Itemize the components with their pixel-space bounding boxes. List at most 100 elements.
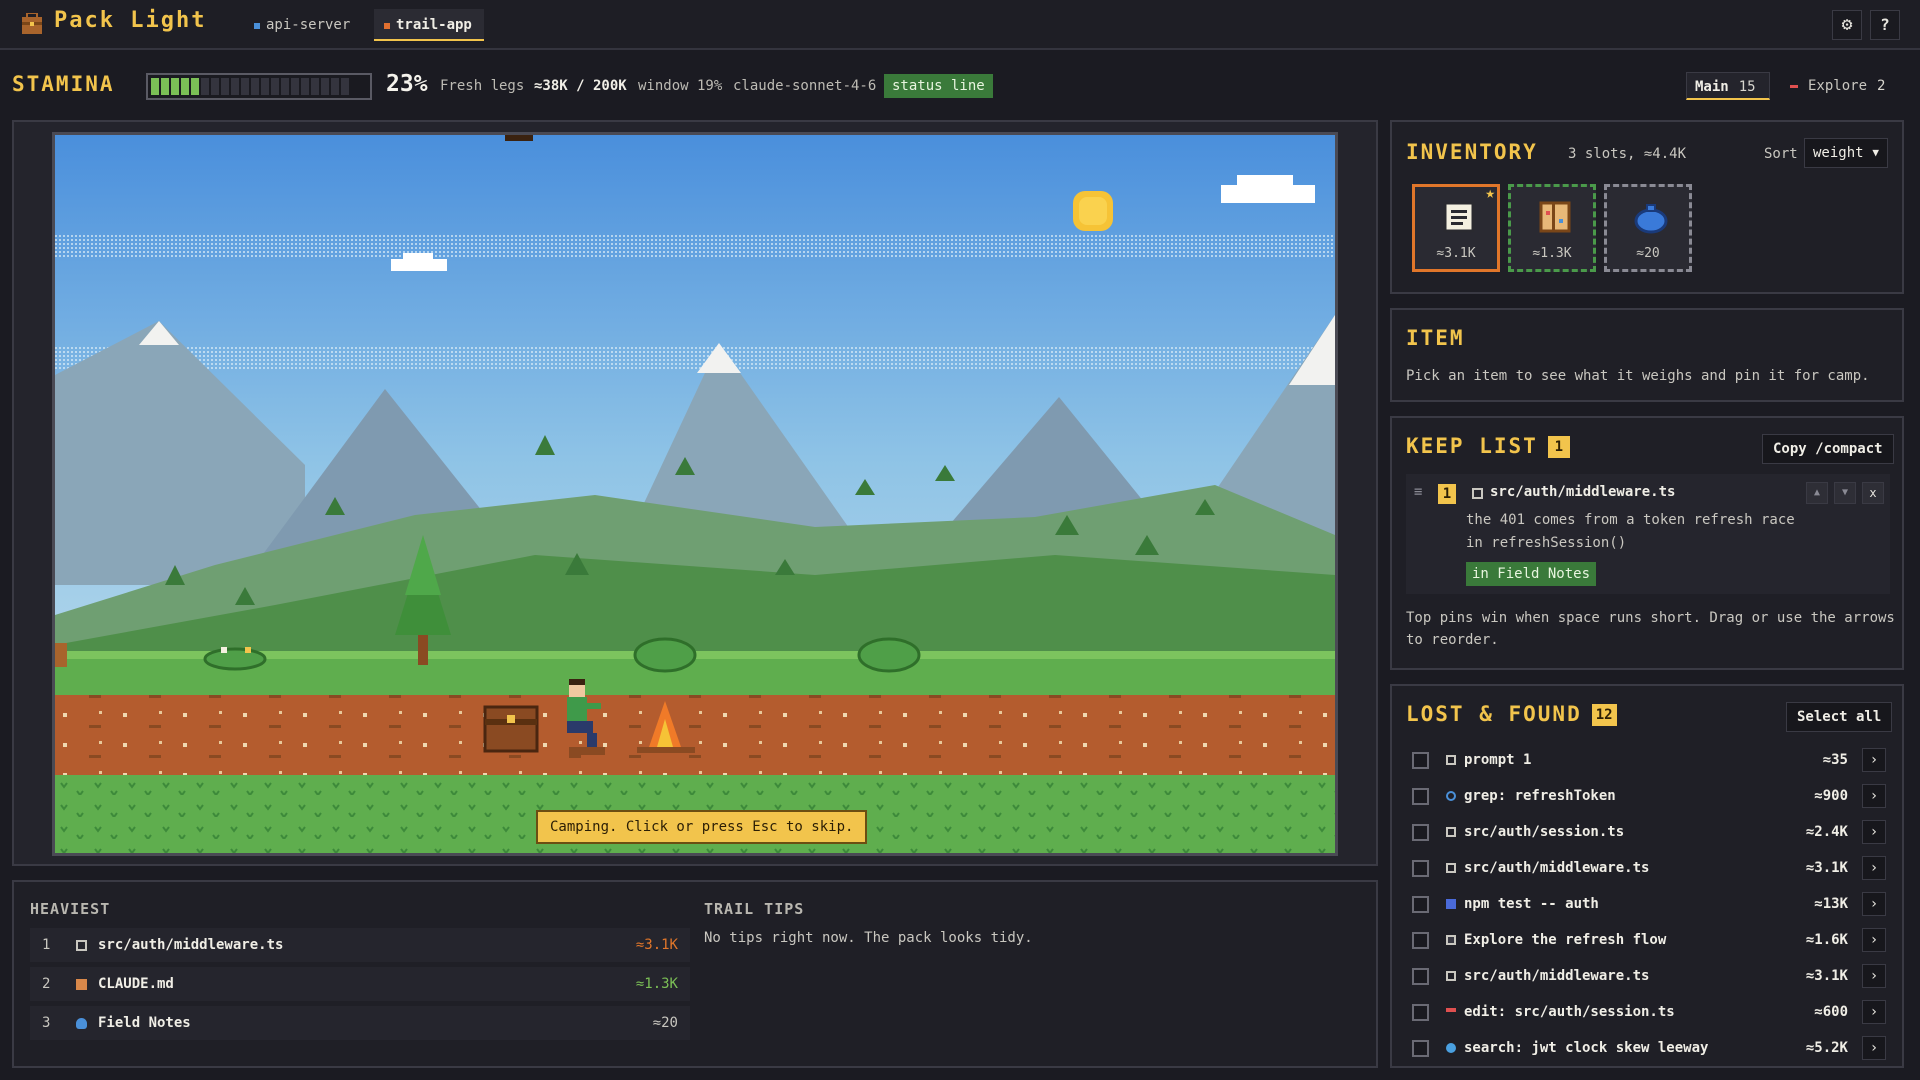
window-usage: window 19% [638, 78, 723, 94]
item-name: src/auth/middleware.ts [98, 937, 284, 953]
row-checkbox[interactable] [1412, 860, 1429, 877]
inventory-slot[interactable]: ≈20 [1604, 184, 1692, 272]
tab-explore-agent[interactable]: Explore 2 [1790, 72, 1900, 100]
item-panel: ITEM Pick an item to see what it weighs … [1390, 308, 1904, 402]
tab-count: 15 [1738, 79, 1756, 95]
help-button[interactable]: ? [1870, 10, 1900, 40]
orange-dot-icon [384, 23, 390, 29]
copy-compact-button[interactable]: Copy /compact [1762, 434, 1894, 464]
chevron-right-icon[interactable]: › [1862, 748, 1886, 772]
red-marker-icon [1790, 84, 1798, 88]
chevron-right-icon[interactable]: › [1862, 928, 1886, 952]
item-name: CLAUDE.md [98, 976, 174, 992]
keep-list-count: 1 [1547, 436, 1570, 458]
row-checkbox[interactable] [1412, 1040, 1429, 1057]
lost-found-row[interactable]: npm test -- auth ≈13K › [1406, 888, 1890, 920]
row-name: src/auth/middleware.ts [1464, 968, 1650, 984]
drag-handle-icon[interactable]: ≡ [1414, 484, 1422, 500]
remove-pin-button[interactable]: x [1862, 482, 1884, 504]
lost-found-row[interactable]: prompt 1 ≈35 › [1406, 744, 1890, 776]
lost-found-row[interactable]: Explore the refresh flow ≈1.6K › [1406, 924, 1890, 956]
field-notes-tag: in Field Notes [1466, 562, 1597, 586]
pouch-icon [76, 1018, 87, 1029]
row-weight: ≈1.6K [1805, 932, 1848, 948]
keep-list-entry[interactable]: ≡ 1 src/auth/middleware.ts ▲ ▼ x the 401… [1406, 474, 1890, 594]
row-checkbox[interactable] [1412, 824, 1429, 841]
stamina-segment [171, 78, 179, 95]
settings-button[interactable]: ⚙ [1832, 10, 1862, 40]
lost-found-row[interactable]: src/auth/middleware.ts ≈3.1K › [1406, 852, 1890, 884]
gear-icon: ⚙ [1841, 14, 1853, 35]
row-checkbox[interactable] [1412, 1004, 1429, 1021]
tab-trail-app[interactable]: trail-app [374, 9, 484, 41]
backpack-icon [22, 13, 42, 34]
tab-label: api-server [266, 17, 351, 33]
camping-toast[interactable]: Camping. Click or press Esc to skip. [536, 810, 868, 844]
token-usage: ≈38K / 200K [534, 78, 627, 94]
lost-found-row[interactable]: search: jwt clock skew leeway ≈5.2K › [1406, 1032, 1890, 1064]
stamina-segment [281, 78, 289, 95]
lost-found-title: LOST & FOUND 12 [1406, 702, 1617, 726]
app-title: Pack Light [54, 8, 207, 33]
chevron-right-icon[interactable]: › [1862, 892, 1886, 916]
row-checkbox[interactable] [1412, 932, 1429, 949]
chevron-right-icon[interactable]: › [1862, 784, 1886, 808]
tab-label: trail-app [396, 17, 472, 33]
model-name: claude-sonnet-4-6 [733, 78, 877, 94]
keep-list-label: KEEP LIST [1406, 434, 1538, 458]
lost-found-row[interactable]: edit: src/auth/session.ts ≈600 › [1406, 996, 1890, 1028]
lost-found-row[interactable]: grep: refreshToken ≈900 › [1406, 780, 1890, 812]
inventory-slot[interactable]: ≈1.3K [1508, 184, 1596, 272]
bush [633, 637, 697, 673]
stamina-segment [211, 78, 219, 95]
chevron-right-icon[interactable]: › [1862, 1036, 1886, 1060]
heaviest-title: HEAVIEST [30, 900, 111, 918]
chevron-right-icon[interactable]: › [1862, 1000, 1886, 1024]
move-up-button[interactable]: ▲ [1806, 482, 1828, 504]
row-checkbox[interactable] [1412, 896, 1429, 913]
pin-index: 1 [1438, 484, 1456, 504]
magnifier-icon [1446, 791, 1456, 801]
lost-found-row[interactable]: src/auth/middleware.ts ≈3.1K › [1406, 960, 1890, 992]
heaviest-row[interactable]: 1 src/auth/middleware.ts ≈3.1K [30, 928, 690, 962]
inventory-slot[interactable]: ★ ≈3.1K [1412, 183, 1500, 272]
chevron-right-icon[interactable]: › [1862, 856, 1886, 880]
chevron-right-icon[interactable]: › [1862, 964, 1886, 988]
status-line-badge[interactable]: status line [884, 74, 993, 98]
item-weight: ≈1.3K [635, 976, 678, 992]
rank: 1 [42, 937, 51, 953]
select-all-button[interactable]: Select all [1786, 702, 1893, 732]
row-checkbox[interactable] [1412, 752, 1429, 769]
file-icon [76, 940, 87, 951]
lost-found-panel: LOST & FOUND 12 Select all prompt 1 ≈35 › gr… [1390, 684, 1904, 1068]
file-icon [1446, 971, 1456, 981]
row-weight: ≈35 [1822, 752, 1848, 768]
heaviest-row[interactable]: 2 CLAUDE.md ≈1.3K [30, 967, 690, 1001]
trail-tips-text: No tips right now. The pack looks tidy. [704, 930, 1033, 946]
pin-note: the 401 comes from a token refresh race [1466, 512, 1795, 528]
row-name: Explore the refresh flow [1464, 932, 1667, 948]
tab-api-server[interactable]: api-server [244, 9, 362, 41]
chevron-down-icon: ▼ [1872, 146, 1879, 159]
map-icon [76, 979, 87, 990]
lost-found-label: LOST & FOUND [1406, 702, 1582, 726]
chevron-right-icon[interactable]: › [1862, 820, 1886, 844]
slot-weight: ≈20 [1636, 246, 1660, 261]
row-name: search: jwt clock skew leeway [1464, 1040, 1709, 1056]
item-title: ITEM [1406, 326, 1465, 350]
heaviest-row[interactable]: 3 Field Notes ≈20 [30, 1006, 690, 1040]
row-checkbox[interactable] [1412, 788, 1429, 805]
row-name: npm test -- auth [1464, 896, 1599, 912]
tab-main-agent[interactable]: Main 15 [1686, 72, 1770, 100]
stamina-meter [146, 73, 372, 100]
pinned-file: src/auth/middleware.ts [1490, 484, 1676, 500]
item-name: Field Notes [98, 1015, 191, 1031]
haze-band [55, 345, 1335, 369]
sort-select[interactable]: weight ▼ [1804, 138, 1888, 168]
stamina-segment [291, 78, 299, 95]
lost-found-row[interactable]: src/auth/session.ts ≈2.4K › [1406, 816, 1890, 848]
move-down-button[interactable]: ▼ [1834, 482, 1856, 504]
trail-scene[interactable] [52, 132, 1338, 856]
row-checkbox[interactable] [1412, 968, 1429, 985]
stamina-segment [251, 78, 259, 95]
